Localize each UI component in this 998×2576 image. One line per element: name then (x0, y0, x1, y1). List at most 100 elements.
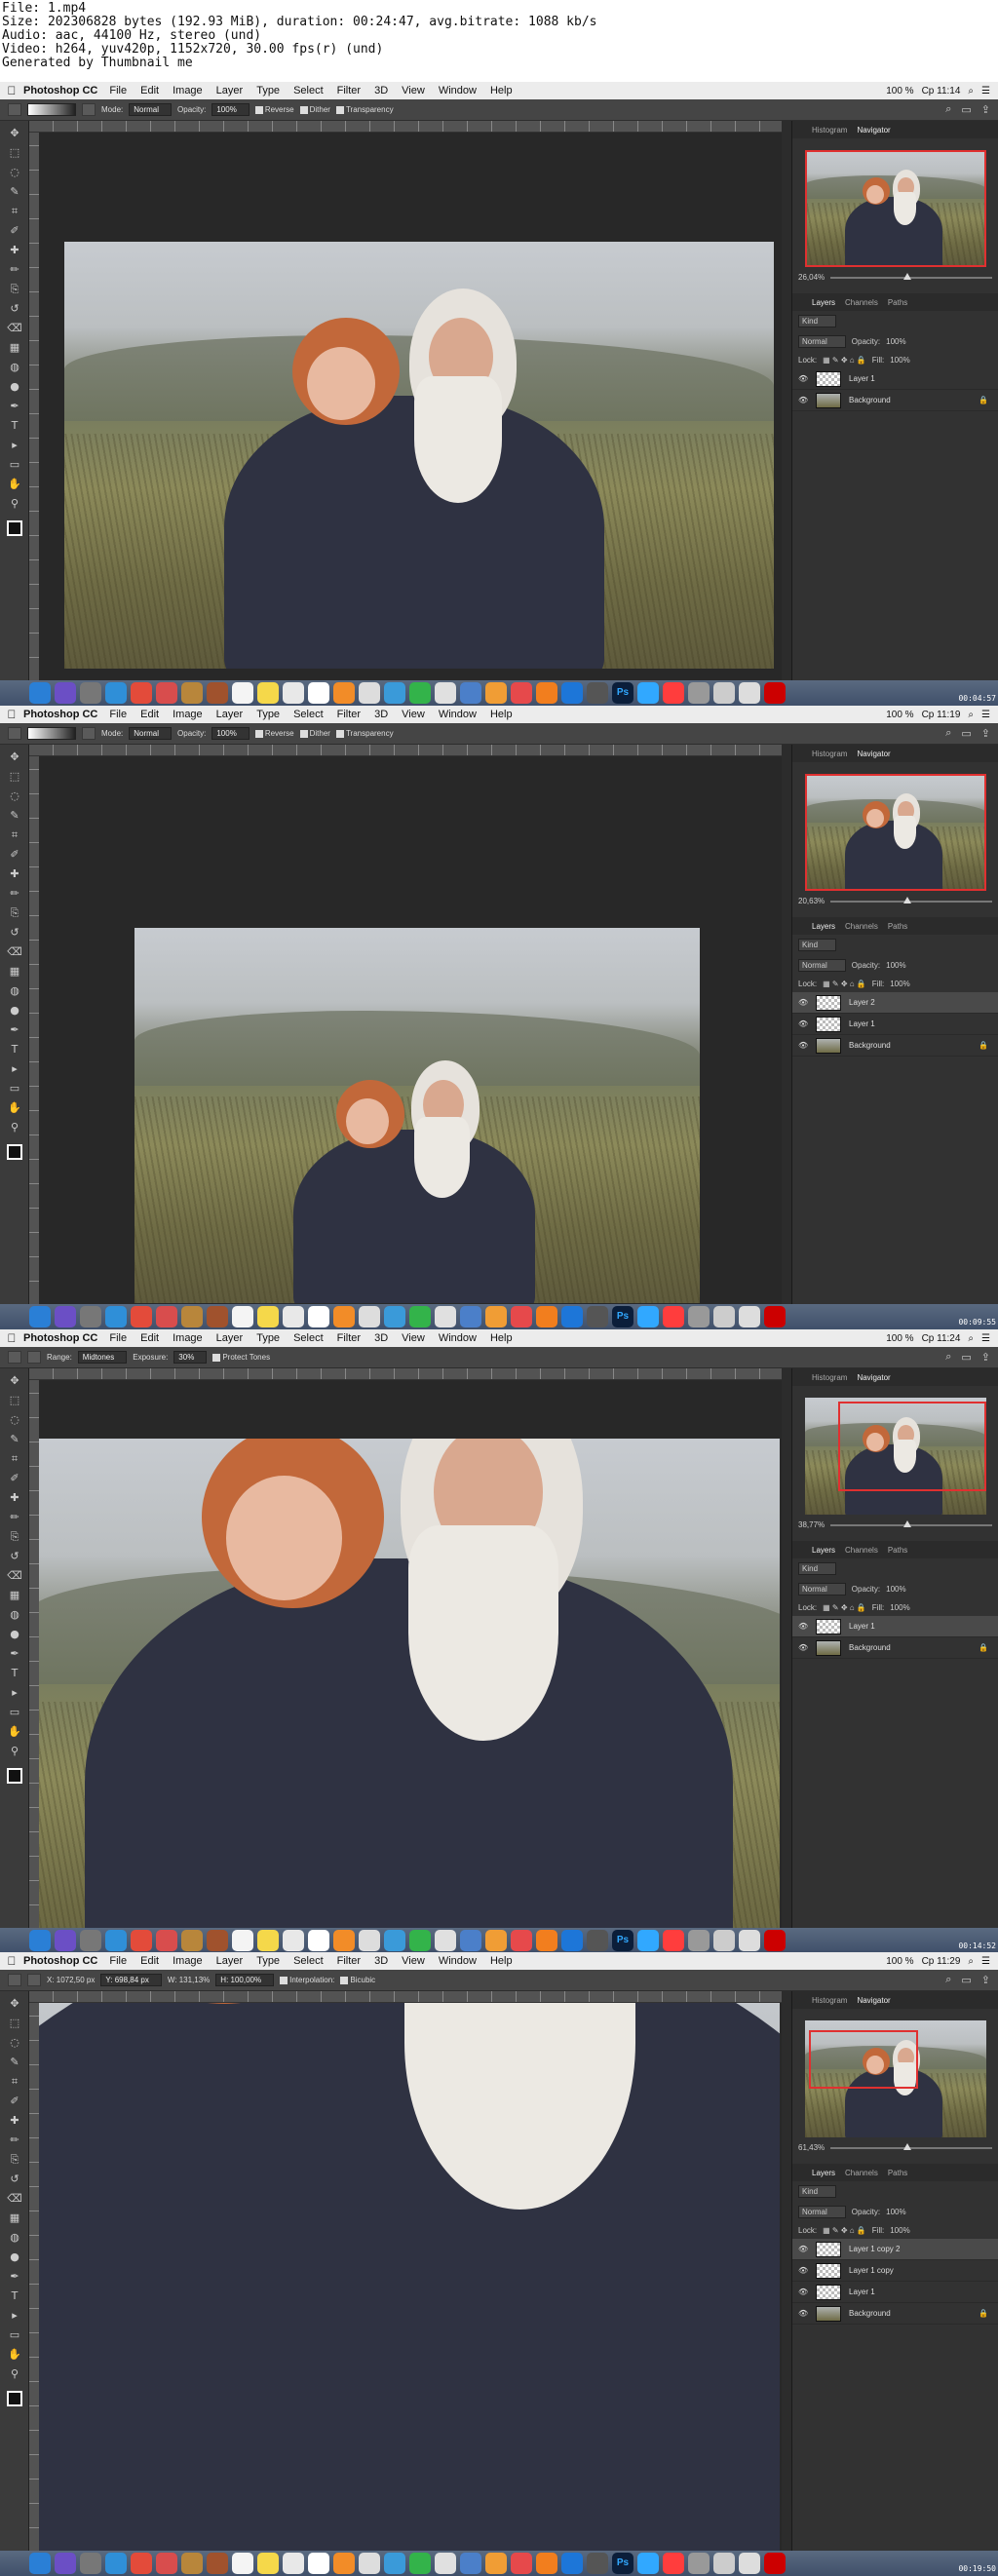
fill-value[interactable]: 100% (890, 980, 909, 988)
move-tool-icon[interactable]: ✥ (7, 1997, 22, 2011)
path-select-tool-icon[interactable]: ▸ (7, 1686, 22, 1700)
dock-app-icon[interactable] (308, 682, 329, 704)
dodge-tool-icon[interactable]: ● (7, 380, 22, 394)
tab-navigator[interactable]: Navigator (857, 126, 890, 135)
fill-value[interactable]: 100% (890, 356, 909, 365)
eyedropper-tool-icon[interactable]: ✐ (7, 224, 22, 238)
tab-paths[interactable]: Paths (888, 1546, 907, 1555)
menu-item-help[interactable]: Help (490, 85, 513, 96)
dock-app-icon[interactable] (80, 1930, 101, 1951)
dock-app-icon[interactable] (688, 1306, 710, 1327)
menu-item-edit[interactable]: Edit (140, 1955, 159, 1967)
dock-app-icon[interactable] (511, 2553, 532, 2574)
dock-app-icon[interactable] (688, 682, 710, 704)
blur-tool-icon[interactable]: ◍ (7, 2231, 22, 2245)
dock-app-icon[interactable] (181, 1306, 203, 1327)
dock-app-icon[interactable] (460, 682, 481, 704)
history-tool-icon[interactable]: ↺ (7, 302, 22, 316)
dock-app-icon[interactable] (409, 1306, 431, 1327)
zoom-level[interactable]: 61,43% (798, 2143, 825, 2152)
menu-item-file[interactable]: File (109, 1955, 127, 1967)
dock-app-icon[interactable] (181, 1930, 203, 1951)
dock-app-icon[interactable] (359, 1930, 380, 1951)
eyedropper-tool-icon[interactable]: ✐ (7, 2095, 22, 2108)
dock-app-icon[interactable] (156, 1930, 177, 1951)
photoshop-dock-icon[interactable]: Ps (612, 682, 633, 704)
dock-app-icon[interactable] (232, 1930, 253, 1951)
option-checkbox[interactable]: Bicubic (340, 1976, 375, 1984)
visibility-eye-icon[interactable]: 👁 (798, 396, 808, 404)
app-name-menu[interactable]: Photoshop CC (23, 709, 97, 720)
tab-navigator[interactable]: Navigator (857, 750, 890, 758)
gradient-preview[interactable] (27, 727, 76, 740)
dock-app-icon[interactable] (257, 1306, 279, 1327)
dock-app-icon[interactable] (536, 1930, 557, 1951)
blur-tool-icon[interactable]: ◍ (7, 361, 22, 374)
clone-tool-icon[interactable]: ⎘ (7, 283, 22, 296)
gradient-style-button[interactable] (82, 103, 96, 116)
tab-channels[interactable]: Channels (845, 922, 878, 931)
dock-app-icon[interactable] (764, 682, 786, 704)
app-name-menu[interactable]: Photoshop CC (23, 1332, 97, 1344)
navigator-thumbnail[interactable] (804, 150, 986, 267)
zoom-tool-icon[interactable]: ⚲ (7, 1745, 22, 1758)
move-tool-icon[interactable]: ✥ (7, 127, 22, 140)
layer-row[interactable]: 👁 Layer 1 copy 2 (792, 2239, 998, 2260)
navigator-view-box[interactable] (808, 2030, 918, 2089)
menu-item-select[interactable]: Select (293, 85, 324, 96)
dock-app-icon[interactable] (460, 1306, 481, 1327)
apple-menu-icon[interactable]:  (0, 708, 23, 721)
dock-app-icon[interactable] (435, 2553, 456, 2574)
blur-tool-icon[interactable]: ◍ (7, 1608, 22, 1622)
dock-app-icon[interactable] (587, 682, 608, 704)
spotlight-icon[interactable]: ⌕ (968, 86, 974, 96)
dock-app-icon[interactable] (55, 682, 76, 704)
healing-tool-icon[interactable]: ✚ (7, 244, 22, 257)
gradient-tool-icon[interactable]: ▦ (7, 341, 22, 355)
tab-layers[interactable]: Layers (812, 2169, 835, 2177)
navigator-view-box[interactable] (837, 1402, 986, 1491)
blend-mode-select[interactable]: Normal (798, 2206, 846, 2218)
dock-app-icon[interactable] (663, 2553, 684, 2574)
document-canvas[interactable] (39, 756, 780, 1329)
dock-app-icon[interactable] (485, 2553, 507, 2574)
crop-tool-icon[interactable]: ⌗ (7, 1452, 22, 1466)
lasso-tool-icon[interactable]: ◌ (7, 2036, 22, 2050)
search-icon[interactable]: ⌕ (945, 1351, 951, 1364)
color-swatch[interactable] (7, 2391, 22, 2406)
dock-app-icon[interactable] (283, 1306, 304, 1327)
menu-item-filter[interactable]: Filter (337, 85, 361, 96)
tool-preset-button[interactable] (8, 1974, 21, 1986)
gradient-style-button[interactable] (27, 1974, 41, 1986)
zoom-slider-knob[interactable] (902, 2142, 911, 2150)
shape-tool-icon[interactable]: ▭ (7, 458, 22, 472)
zoom-slider[interactable] (830, 272, 992, 280)
menu-item-filter[interactable]: Filter (337, 1955, 361, 1967)
tab-histogram[interactable]: Histogram (812, 1373, 847, 1382)
mode-select[interactable]: Normal (129, 727, 173, 740)
dock-app-icon[interactable] (80, 682, 101, 704)
dock-app-icon[interactable] (105, 1930, 127, 1951)
visibility-eye-icon[interactable]: 👁 (798, 374, 808, 383)
dock-app-icon[interactable] (29, 2553, 51, 2574)
dodge-tool-icon[interactable]: ● (7, 1004, 22, 1018)
menu-item-filter[interactable]: Filter (337, 1332, 361, 1344)
opacity-input[interactable]: 100% (211, 727, 250, 740)
dock-app-icon[interactable] (536, 682, 557, 704)
checkbox-mark[interactable] (335, 105, 344, 114)
dock-app-icon[interactable] (359, 682, 380, 704)
hand-tool-icon[interactable]: ✋ (7, 478, 22, 491)
menu-item-image[interactable]: Image (173, 1955, 203, 1967)
apple-menu-icon[interactable]:  (0, 1954, 23, 1968)
opacity-input[interactable]: 100% (211, 103, 250, 116)
blend-mode-select[interactable]: Normal (798, 335, 846, 348)
layer-opacity-value[interactable]: 100% (886, 1585, 905, 1594)
dock-app-icon[interactable] (105, 2553, 127, 2574)
pen-tool-icon[interactable]: ✒ (7, 1647, 22, 1661)
healing-tool-icon[interactable]: ✚ (7, 2114, 22, 2128)
move-tool-icon[interactable]: ✥ (7, 750, 22, 764)
dock-app-icon[interactable] (561, 1306, 583, 1327)
option-checkbox[interactable]: Reverse (254, 729, 294, 738)
move-tool-icon[interactable]: ✥ (7, 1374, 22, 1388)
zoom-level[interactable]: 20,63% (798, 897, 825, 905)
